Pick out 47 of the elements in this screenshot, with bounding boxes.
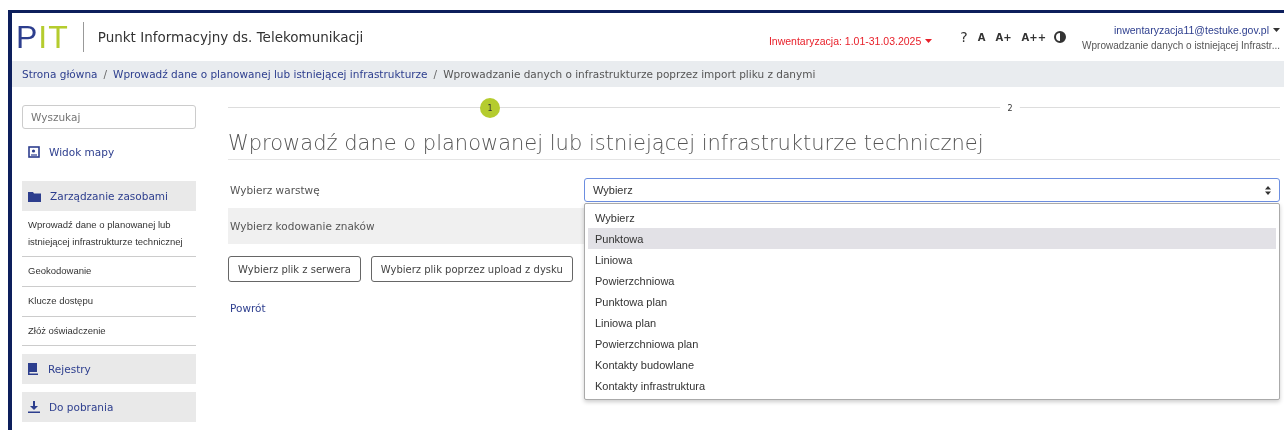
layer-select[interactable]: Wybierz <box>584 178 1280 202</box>
period-dropdown[interactable]: Inwentaryzacja: 1.01-31.03.2025 <box>768 35 933 47</box>
breadcrumb-separator: / <box>103 68 107 80</box>
font-size-button[interactable]: A <box>975 31 988 43</box>
font-size-button[interactable]: A++ <box>1019 31 1049 43</box>
breadcrumb-separator: / <box>433 68 438 80</box>
dropdown-option[interactable]: Punktowa plan <box>588 291 1276 312</box>
page-title: Wprowadź dane o planowanej lub istniejącej infrastrukturze technicznej <box>228 131 1280 160</box>
step-indicator: 1 <box>480 98 500 118</box>
caret-icon <box>1273 27 1280 32</box>
sidebar-subitem[interactable]: Klucze dostępu <box>22 286 196 317</box>
user-menu[interactable]: inwentaryzacja11@testuke.gov.pl <box>1113 23 1280 36</box>
sidebar-subitem[interactable]: Wprowadź dane o planowanej lub istniejącej infrastrukturze technicznej <box>22 211 196 258</box>
folder-icon <box>28 190 41 202</box>
book-icon <box>28 363 39 376</box>
dropdown-option[interactable]: Liniowa plan <box>588 312 1276 333</box>
help-button[interactable]: ? <box>958 29 970 45</box>
app-title: Punkt Informacyjny ds. Telekomunikacji <box>97 29 364 45</box>
sort-icon <box>1265 185 1271 195</box>
user-context: Wprowadzanie danych o istniejącej Infrastr... <box>1082 39 1280 51</box>
file-button[interactable]: Wybierz plik z serwera <box>228 256 361 282</box>
map-icon <box>28 146 40 158</box>
field-label: Wybierz kodowanie znaków <box>229 220 376 232</box>
dropdown-option[interactable]: Kontakty infrastruktura <box>588 375 1276 396</box>
dropdown-option[interactable]: Powierzchniowa <box>588 270 1276 291</box>
sidebar-subitem[interactable]: Geokodowanie <box>22 257 196 287</box>
dropdown-option[interactable]: Liniowa <box>588 249 1276 270</box>
font-size-button[interactable]: A+ <box>993 31 1014 43</box>
dropdown-option[interactable]: Kontakty budowlane <box>588 354 1276 375</box>
dropdown-option[interactable]: Wybierz <box>588 207 1276 228</box>
contrast-icon[interactable] <box>1054 31 1067 43</box>
sidebar-item[interactable]: Rejestry <box>22 354 196 385</box>
sidebar-item[interactable]: Do pobrania <box>22 392 196 423</box>
dropdown-option[interactable]: Punktowa <box>588 228 1276 249</box>
search-field[interactable]: Wyszukaj <box>22 105 196 129</box>
breadcrumb-link[interactable]: Strona główna <box>22 68 98 80</box>
logo[interactable]: PIT <box>16 21 69 53</box>
file-button[interactable]: Wybierz plik poprzez upload z dysku <box>370 256 573 282</box>
field-label: Wybierz warstwę <box>229 184 321 196</box>
sidebar-item[interactable]: Zarządzanie zasobami <box>22 181 196 211</box>
back-link[interactable]: Powrót <box>228 302 266 314</box>
dropdown-option[interactable]: Powierzchniowa plan <box>588 333 1276 354</box>
sidebar-subitem[interactable]: Złóż oświadczenie <box>22 316 196 347</box>
breadcrumb-current: Wprowadzanie danych o infrastrukturze poprzez import pliku z danymi <box>443 68 816 80</box>
download-icon <box>28 401 40 414</box>
breadcrumb-link[interactable]: Wprowadź dane o planowanej lub istniejącej infrastrukturze <box>113 68 428 80</box>
caret-icon <box>925 39 933 43</box>
